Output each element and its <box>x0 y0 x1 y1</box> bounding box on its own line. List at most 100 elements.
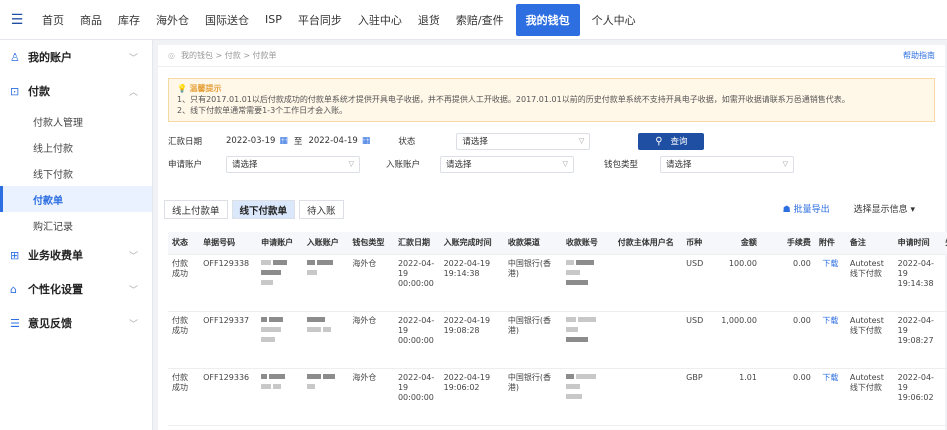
nav-inventory[interactable]: 库存 <box>110 0 148 40</box>
chevron-down-icon: ▽ <box>348 160 354 168</box>
nav-onboarding[interactable]: 入驻中心 <box>350 0 410 40</box>
tab-pending[interactable]: 待入账 <box>299 200 344 219</box>
sidebar-item-payer-management[interactable]: 付款人管理 <box>0 108 152 134</box>
tips-title: 温馨提示 <box>189 84 222 93</box>
query-button[interactable]: ⚲ 查询 <box>638 132 705 150</box>
cell-order-no[interactable]: OFF129337 <box>199 311 258 369</box>
download-link[interactable]: 下载 <box>814 368 846 426</box>
query-button-label: 查询 <box>670 137 688 147</box>
date-to-input[interactable]: 2022-04-19 ▦ <box>308 136 370 146</box>
calendar-icon[interactable]: ▦ <box>279 136 288 146</box>
main-content: ◎ 我的钱包 > 付款 > 付款单 帮助指南 💡 温馨提示 1、只有2017.0… <box>158 45 947 430</box>
table-row: 付款成功 OFF129338 海外仓 2022-04-19 00:00:00 2… <box>168 254 947 312</box>
cell-in-account-redacted <box>302 368 349 426</box>
nav-wallet[interactable]: 我的钱包 <box>515 3 580 36</box>
chevron-down-icon: ▽ <box>562 160 568 168</box>
display-columns-dropdown[interactable]: 选择显示信息 ▾ <box>854 202 915 215</box>
nav-returns[interactable]: 退货 <box>410 0 448 40</box>
chevron-down-icon: ﹀ <box>128 285 138 296</box>
filter-row-2: 申请账户 请选择 ▽ 入账账户 请选择 ▽ 钱包类型 请选择 ▽ <box>168 154 945 174</box>
col-status: 状态 <box>168 232 200 255</box>
col-wallet-type: 钱包类型 <box>348 232 394 255</box>
wallet-type-label: 钱包类型 <box>604 160 639 170</box>
cell-apply-time: 2022-04-19 19:14:38 <box>893 254 942 312</box>
date-to-sep: 至 <box>293 137 303 147</box>
nav-intl-delivery[interactable]: 国际送仓 <box>197 0 257 40</box>
sidebar-item-online-payment[interactable]: 线上付款 <box>0 134 152 160</box>
cell-wallet-type: 海外仓 <box>348 368 394 426</box>
sidebar-item-payment-orders[interactable]: 付款单 <box>0 186 152 212</box>
tab-offline-orders[interactable]: 线下付款单 <box>231 200 296 219</box>
list-icon: ☰ <box>10 316 20 330</box>
cell-apply-time: 2022-04-19 19:06:02 <box>893 368 942 426</box>
col-currency: 币种 <box>682 232 714 255</box>
sidebar-group-payment[interactable]: ⊡ 付款 ︿ <box>0 74 152 108</box>
sidebar-group-billing[interactable]: ⊞ 业务收费单 ﹀ <box>0 238 152 272</box>
sidebar-group-feedback[interactable]: ☰ 意见反馈 ﹀ <box>0 306 152 340</box>
cell-fee: 0.00 <box>760 311 815 369</box>
col-order-no: 单据号码 <box>199 232 258 255</box>
cell-order-no[interactable]: OFF129338 <box>199 254 258 312</box>
filter-row-1: 汇款日期 2022-03-19 ▦ 至 2022-04-19 ▦ 状态 请选择 … <box>168 131 945 151</box>
sidebar-group-label: 付款 <box>28 85 50 98</box>
export-icon: ☗ <box>782 205 791 215</box>
apply-account-select[interactable]: 请选择 ▽ <box>226 155 360 173</box>
status-label: 状态 <box>398 137 416 147</box>
col-apply-time: 申请时间 <box>893 232 942 255</box>
nav-overseas-warehouse[interactable]: 海外仓 <box>148 0 197 40</box>
menu-icon[interactable]: ☰ <box>0 0 34 40</box>
cell-remit-date: 2022-04-19 00:00:00 <box>393 254 440 312</box>
cell-wallet-type: 海外仓 <box>348 254 394 312</box>
in-account-select[interactable]: 请选择 ▽ <box>440 155 574 173</box>
sidebar-group-label: 意见反馈 <box>28 317 72 330</box>
apply-account-value: 请选择 <box>232 160 258 170</box>
col-amount: 金额 <box>713 232 761 255</box>
calendar-icon[interactable]: ▦ <box>362 136 371 146</box>
help-link[interactable]: 帮助指南 <box>903 50 935 61</box>
cell-remark: Autotest线下付款 <box>845 311 894 369</box>
cell-remark: Autotest线下付款 <box>845 368 894 426</box>
nav-personal-center[interactable]: 个人中心 <box>584 0 644 40</box>
sidebar-group-account[interactable]: ♙ 我的账户 ﹀ <box>0 40 152 74</box>
date-from-input[interactable]: 2022-03-19 ▦ <box>226 136 288 146</box>
table-row: 付款成功 OFF129336 海外仓 2022-04-19 00:00:00 2… <box>168 368 947 426</box>
table-toolbar: ☗ 批量导出 选择显示信息 ▾ <box>783 202 915 215</box>
sidebar-group-label: 个性化设置 <box>28 283 83 296</box>
download-link[interactable]: 下载 <box>814 254 846 312</box>
tab-online-orders[interactable]: 线上付款单 <box>164 200 228 219</box>
home-circle-icon: ◎ <box>168 51 175 60</box>
chart-icon: ⊡ <box>10 84 20 98</box>
status-select[interactable]: 请选择 ▽ <box>456 132 591 150</box>
cell-done-time: 2022-04-19 19:06:02 <box>439 368 504 426</box>
download-link[interactable]: 下载 <box>814 311 846 369</box>
col-apply-account: 申请账户 <box>257 232 303 255</box>
cell-currency: USD <box>682 311 714 369</box>
user-icon: ♙ <box>10 50 20 64</box>
cell-currency: USD <box>682 254 714 312</box>
col-remark: 备注 <box>845 232 894 255</box>
display-columns-label: 选择显示信息 <box>853 205 908 215</box>
sidebar-item-offline-payment[interactable]: 线下付款 <box>0 160 152 186</box>
cell-status: 付款成功 <box>168 368 200 426</box>
cell-account-no-redacted <box>561 254 614 312</box>
chevron-down-icon: ▽ <box>578 137 585 145</box>
nav-products[interactable]: 商品 <box>72 0 110 40</box>
col-channel: 收款渠道 <box>503 232 562 255</box>
cell-order-no[interactable]: OFF129336 <box>199 368 258 426</box>
sidebar-group-personalization[interactable]: ⌂ 个性化设置 ﹀ <box>0 272 152 306</box>
cell-more <box>941 311 947 369</box>
cell-more <box>941 368 947 426</box>
tips-line-2: 2、线下付款单通常需要1-3个工作日才会入账。 <box>177 106 348 115</box>
wallet-type-select[interactable]: 请选择 ▽ <box>660 155 794 173</box>
sidebar-item-fx-records[interactable]: 购汇记录 <box>0 212 152 238</box>
cell-remit-date: 2022-04-19 00:00:00 <box>393 311 440 369</box>
col-attachment: 附件 <box>814 232 846 255</box>
cell-done-time: 2022-04-19 19:08:28 <box>439 311 504 369</box>
batch-export-button[interactable]: ☗ 批量导出 <box>783 202 830 215</box>
nav-claims[interactable]: 索赔/查件 <box>448 0 512 40</box>
chevron-down-icon: ﹀ <box>128 53 138 64</box>
nav-platform-sync[interactable]: 平台同步 <box>290 0 350 40</box>
nav-isp[interactable]: ISP <box>257 0 290 40</box>
cell-wallet-type: 海外仓 <box>348 311 394 369</box>
nav-home[interactable]: 首页 <box>34 0 72 40</box>
